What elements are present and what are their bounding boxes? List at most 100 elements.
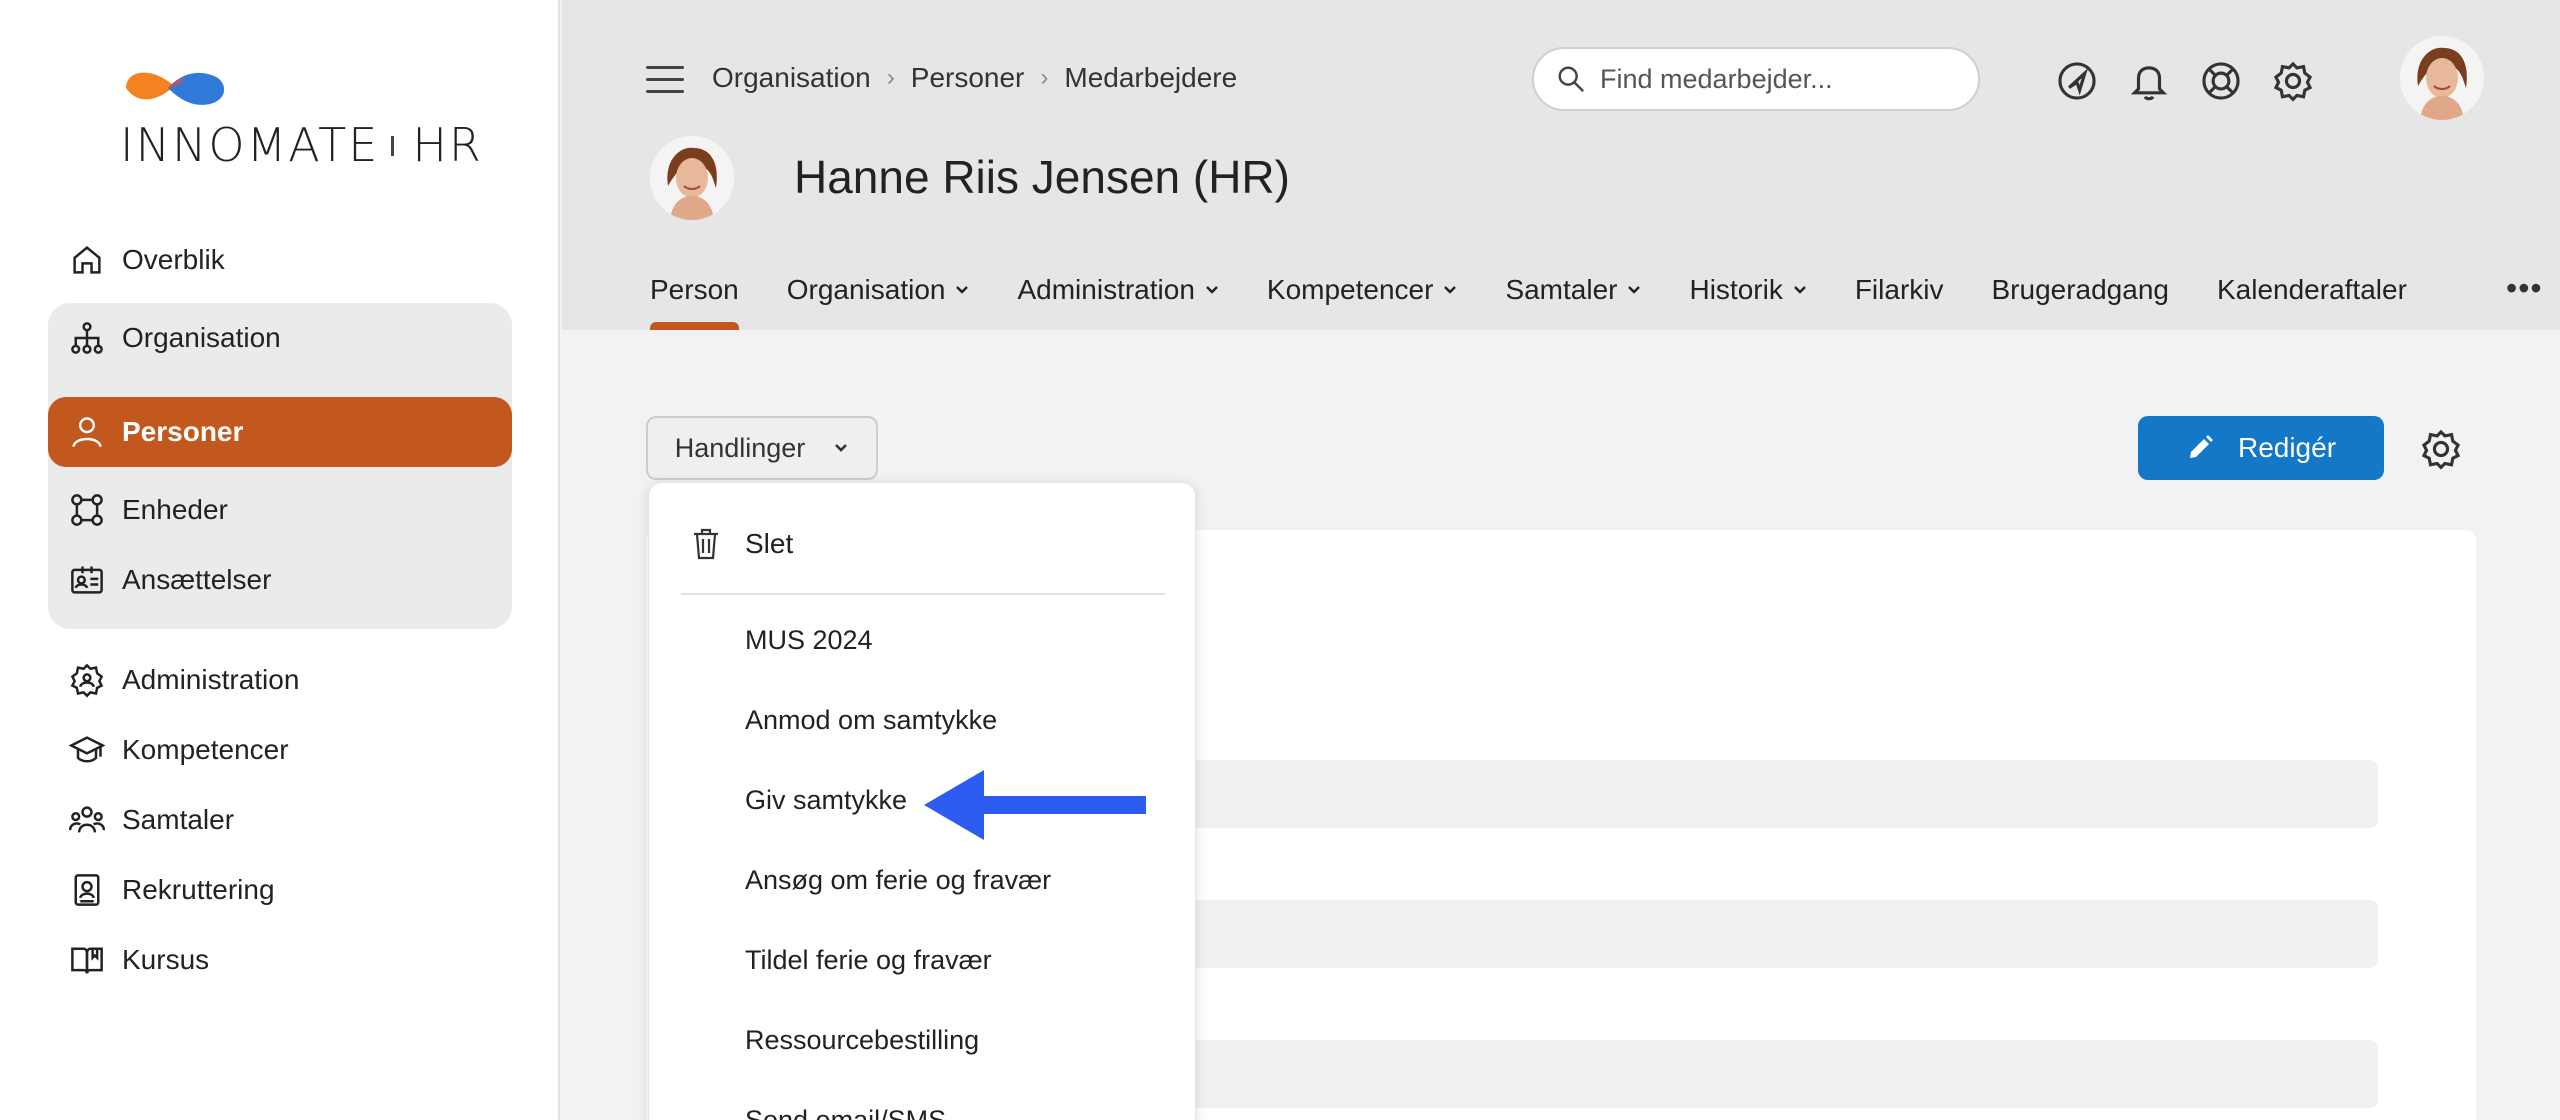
tab-historik[interactable]: Historik bbox=[1689, 268, 1806, 312]
person-avatar bbox=[650, 136, 734, 220]
sidebar-item-kompetencer[interactable]: Kompetencer bbox=[48, 715, 512, 785]
innomate-hr-logo[interactable]: INNOMATE HR bbox=[120, 58, 481, 172]
tab-label: Samtaler bbox=[1505, 274, 1618, 305]
sidebar-item-ansaettelser[interactable]: Ansættelser bbox=[48, 545, 512, 615]
graduation-cap-icon bbox=[68, 731, 106, 769]
tab-label: Filarkiv bbox=[1854, 274, 1944, 305]
tab-label: Kalenderaftaler bbox=[2216, 274, 2407, 305]
user-avatar[interactable] bbox=[2400, 36, 2484, 120]
hamburger-menu-icon[interactable] bbox=[646, 66, 684, 94]
menu-divider bbox=[681, 593, 1165, 595]
tab-label: Brugeradgang bbox=[1991, 274, 2169, 305]
sidebar-item-label: Kursus bbox=[122, 944, 210, 975]
menu-item-giv-samtykke[interactable]: Giv samtykke bbox=[745, 785, 907, 816]
menu-item-anmod-om-samtykke[interactable]: Anmod om samtykke bbox=[745, 705, 997, 736]
sidebar-item-rekruttering[interactable]: Rekruttering bbox=[48, 855, 512, 925]
badge-icon bbox=[68, 871, 106, 909]
group-icon bbox=[68, 801, 106, 839]
chevron-right-icon: › bbox=[886, 64, 895, 91]
pencil-icon bbox=[2189, 435, 2213, 458]
breadcrumb: Organisation › Personer › Medarbejdere bbox=[712, 62, 1237, 94]
sidebar-item-administration[interactable]: Administration bbox=[48, 645, 512, 715]
trash-icon bbox=[694, 528, 718, 560]
tab-samtaler[interactable]: Samtaler bbox=[1505, 268, 1641, 312]
employee-search bbox=[1532, 47, 1980, 111]
tab-administration[interactable]: Administration bbox=[1017, 268, 1218, 312]
field-placeholder bbox=[1166, 900, 2378, 968]
sidebar: INNOMATE HR Overblik Organisation Persone… bbox=[0, 0, 560, 1120]
tab-organisation[interactable]: Organisation bbox=[787, 268, 970, 312]
tab-label: Administration bbox=[1017, 274, 1195, 305]
chevron-down-icon bbox=[1444, 286, 1457, 294]
id-card-icon bbox=[68, 561, 106, 599]
actions-label: Handlinger bbox=[674, 432, 806, 463]
sidebar-item-kursus[interactable]: Kursus bbox=[48, 925, 512, 995]
sidebar-item-label: Kompetencer bbox=[122, 734, 289, 765]
sidebar-item-label: Overblik bbox=[122, 244, 225, 275]
units-icon bbox=[68, 491, 106, 529]
tab-label: Kompetencer bbox=[1266, 274, 1434, 305]
sidebar-item-samtaler[interactable]: Samtaler bbox=[48, 785, 512, 855]
sidebar-item-label: Personer bbox=[122, 416, 244, 447]
bell-icon[interactable] bbox=[2126, 58, 2172, 104]
menu-item-tildel-ferie-fravaer[interactable]: Tildel ferie og fravær bbox=[745, 945, 992, 976]
actions-dropdown-button[interactable]: Handlinger bbox=[646, 416, 878, 480]
sidebar-item-overblik[interactable]: Overblik bbox=[48, 225, 512, 295]
edit-label: Redigér bbox=[2237, 432, 2337, 463]
person-tabs: Person Organisation Administration Kompe… bbox=[650, 268, 2461, 330]
gear-user-icon bbox=[68, 661, 106, 699]
search-input[interactable] bbox=[1600, 63, 1960, 95]
sidebar-item-label: Rekruttering bbox=[122, 874, 275, 905]
org-chart-icon bbox=[68, 319, 106, 357]
sidebar-item-label: Enheder bbox=[122, 494, 228, 525]
breadcrumb-medarbejdere: Medarbejdere bbox=[1064, 62, 1238, 93]
chevron-down-icon bbox=[1628, 286, 1641, 294]
help-lifebuoy-icon[interactable] bbox=[2198, 58, 2244, 104]
logo-name-right: HR bbox=[412, 118, 483, 172]
logo-name-left: INNOMATE bbox=[120, 118, 380, 172]
logo-mark-icon bbox=[126, 72, 225, 105]
tab-label: Person bbox=[650, 274, 739, 305]
avatar-photo-icon bbox=[2400, 36, 2484, 120]
tab-person[interactable]: Person bbox=[650, 268, 739, 330]
breadcrumb-organisation[interactable]: Organisation bbox=[712, 62, 871, 94]
person-name-title: Hanne Riis Jensen (HR) bbox=[794, 151, 1290, 203]
menu-item-mus-2024[interactable]: MUS 2024 bbox=[745, 625, 873, 656]
tab-brugeradgang[interactable]: Brugeradgang bbox=[1992, 268, 2169, 312]
sidebar-item-label: Organisation bbox=[122, 322, 281, 353]
chevron-down-icon bbox=[835, 444, 848, 452]
logo-wordmark: INNOMATE HR bbox=[120, 118, 483, 172]
sidebar-group-organisation: Organisation Personer Enheder Ansættelse… bbox=[48, 303, 512, 629]
field-placeholder bbox=[1166, 1040, 2378, 1108]
book-icon bbox=[68, 941, 106, 979]
tab-kalenderaftaler[interactable]: Kalenderaftaler bbox=[2217, 268, 2413, 312]
navigation-icon[interactable] bbox=[2054, 58, 2100, 104]
home-icon bbox=[68, 241, 106, 279]
sidebar-item-organisation[interactable]: Organisation bbox=[48, 303, 512, 373]
sidebar-nav: Overblik Organisation Personer Enheder A… bbox=[48, 225, 512, 995]
menu-item-ressourcebestilling[interactable]: Ressourcebestilling bbox=[745, 1025, 979, 1056]
menu-item-send-email-sms[interactable]: Send email/SMS bbox=[745, 1105, 946, 1120]
tab-kompetencer[interactable]: Kompetencer bbox=[1267, 268, 1458, 312]
gear-icon[interactable] bbox=[2420, 428, 2462, 470]
more-tabs-icon[interactable]: ••• bbox=[2506, 270, 2543, 307]
sidebar-item-personer[interactable]: Personer bbox=[48, 397, 512, 467]
gear-icon[interactable] bbox=[2270, 58, 2316, 104]
person-icon bbox=[68, 413, 106, 451]
avatar-photo-icon bbox=[650, 136, 734, 220]
sidebar-item-label: Administration bbox=[122, 664, 300, 695]
chevron-down-icon bbox=[1793, 286, 1806, 294]
edit-button[interactable]: Redigér bbox=[2138, 416, 2384, 480]
sidebar-item-enheder[interactable]: Enheder bbox=[48, 475, 512, 545]
top-icon-bar bbox=[2054, 58, 2342, 104]
chevron-down-icon bbox=[1206, 286, 1218, 294]
breadcrumb-personer[interactable]: Personer bbox=[911, 62, 1025, 94]
chevron-right-icon: › bbox=[1040, 64, 1049, 91]
tab-filarkiv[interactable]: Filarkiv bbox=[1855, 268, 1944, 312]
chevron-down-icon bbox=[956, 286, 969, 294]
menu-item-label: Slet bbox=[745, 528, 794, 559]
tab-label: Organisation bbox=[786, 274, 946, 305]
menu-item-slet[interactable]: Slet bbox=[691, 527, 793, 561]
sidebar-item-label: Samtaler bbox=[122, 804, 235, 835]
menu-item-ansoeg-ferie-fravaer[interactable]: Ansøg om ferie og fravær bbox=[745, 865, 1051, 896]
